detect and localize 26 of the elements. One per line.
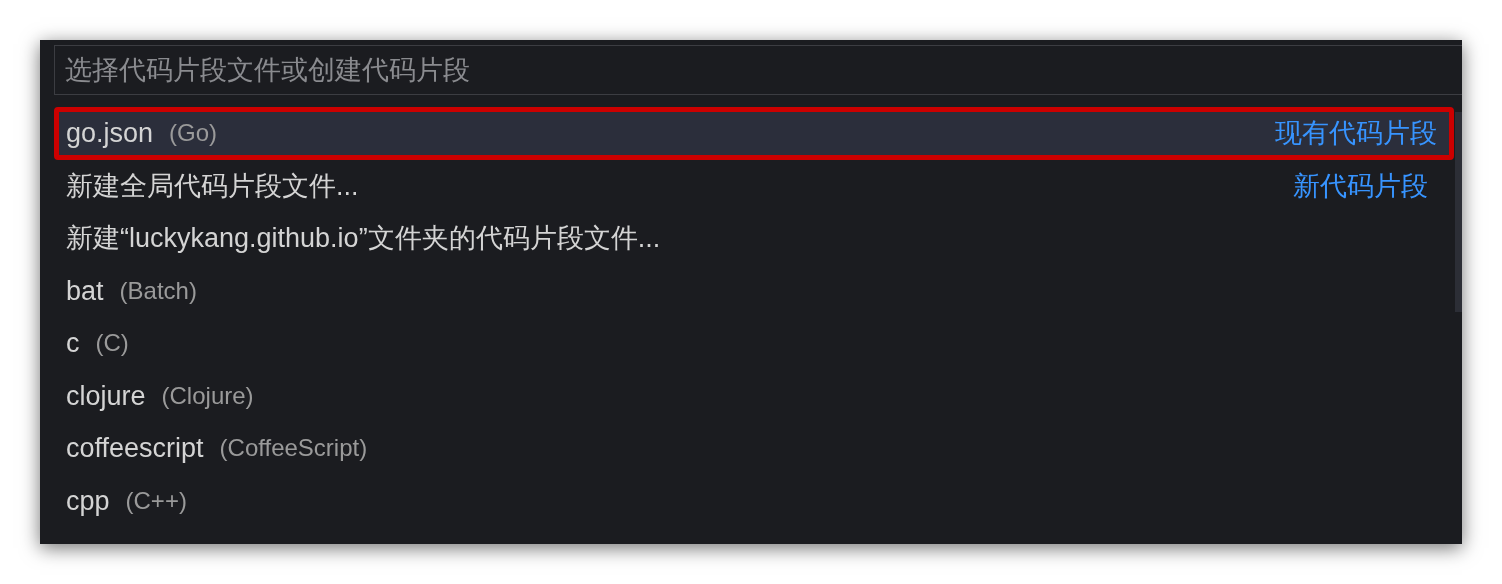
list-item[interactable]: cpp (C++) bbox=[40, 474, 1454, 527]
group-label: 新代码片段 bbox=[1293, 169, 1428, 203]
item-description: (C++) bbox=[125, 485, 187, 516]
scrollbar-thumb[interactable] bbox=[1455, 112, 1462, 312]
item-label: 新建“luckykang.github.io”文件夹的代码片段文件... bbox=[66, 222, 661, 255]
item-description: (CoffeeScript) bbox=[219, 433, 368, 464]
item-label: c bbox=[66, 327, 80, 360]
item-label: clojure bbox=[66, 379, 146, 413]
search-field[interactable]: 选择代码片段文件或创建代码片段 bbox=[54, 45, 1462, 95]
list-item[interactable]: go.json (Go) 现有代码片段 bbox=[54, 107, 1454, 160]
list-item[interactable]: coffeescript (CoffeeScript) bbox=[40, 422, 1454, 475]
item-label: coffeescript bbox=[66, 432, 204, 465]
item-description: (Clojure) bbox=[161, 380, 254, 411]
item-label: go.json bbox=[66, 117, 154, 150]
list-item[interactable]: 新建全局代码片段文件... 新代码片段 bbox=[40, 159, 1454, 212]
item-description: (Go) bbox=[169, 118, 218, 149]
list-item[interactable]: c (C) bbox=[40, 317, 1454, 370]
list-item[interactable]: bat (Batch) bbox=[40, 264, 1454, 317]
item-label: bat bbox=[66, 274, 104, 308]
item-label: 新建全局代码片段文件... bbox=[66, 169, 359, 203]
list-item[interactable]: 新建“luckykang.github.io”文件夹的代码片段文件... bbox=[40, 212, 1454, 265]
item-label: cpp bbox=[66, 484, 110, 518]
item-description: (Batch) bbox=[119, 275, 197, 306]
list-item[interactable]: clojure (Clojure) bbox=[40, 369, 1454, 422]
group-label: 现有代码片段 bbox=[1275, 117, 1437, 150]
item-description: (C) bbox=[95, 328, 129, 359]
